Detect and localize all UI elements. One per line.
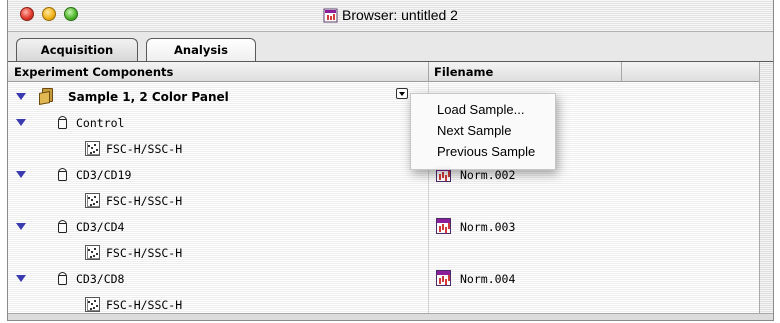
tab-acquisition[interactable]: Acquisition bbox=[16, 38, 138, 62]
tab-analysis[interactable]: Analysis bbox=[146, 38, 256, 62]
plot-label: FSC-H/SSC-H bbox=[106, 142, 183, 156]
tube-icon bbox=[58, 116, 67, 129]
dot-plot-icon bbox=[85, 141, 100, 156]
experiment-tree: Sample 1, 2 Color Panel Control FSC-H/SS… bbox=[8, 82, 768, 314]
plot-label: FSC-H/SSC-H bbox=[106, 298, 183, 312]
column-divider[interactable] bbox=[428, 62, 429, 82]
folder-icon bbox=[39, 88, 55, 105]
browser-window: Browser: untitled 2 Acquisition Analysis… bbox=[7, 0, 774, 321]
column-header-experiment-components[interactable]: Experiment Components bbox=[14, 65, 173, 79]
disclosure-triangle-icon[interactable] bbox=[16, 223, 26, 230]
tree-row-plot[interactable]: FSC-H/SSC-H bbox=[8, 136, 768, 162]
menu-item-load-sample[interactable]: Load Sample... bbox=[411, 99, 555, 120]
disclosure-triangle-icon[interactable] bbox=[16, 275, 26, 282]
tree-row-tube[interactable]: CD3/CD4 Norm.003 bbox=[8, 214, 768, 240]
filename-cell[interactable]: Norm.004 bbox=[460, 272, 515, 286]
tab-bar: Acquisition Analysis bbox=[8, 32, 773, 62]
tube-icon bbox=[58, 220, 67, 233]
filename-cell[interactable]: Norm.002 bbox=[460, 168, 515, 182]
dot-plot-icon bbox=[85, 297, 100, 312]
tree-row-tube[interactable]: CD3/CD8 Norm.004 bbox=[8, 266, 768, 292]
window-title-text: Browser: untitled 2 bbox=[342, 7, 458, 23]
tree-row-plot[interactable]: FSC-H/SSC-H bbox=[8, 240, 768, 266]
menu-item-previous-sample[interactable]: Previous Sample bbox=[411, 141, 555, 162]
tube-icon bbox=[58, 168, 67, 181]
tree-row-plot[interactable]: FSC-H/SSC-H bbox=[8, 188, 768, 214]
dot-plot-icon bbox=[85, 245, 100, 260]
data-file-icon bbox=[436, 270, 452, 287]
experiment-label: Sample 1, 2 Color Panel bbox=[68, 90, 229, 104]
column-header-filename[interactable]: Filename bbox=[434, 65, 493, 79]
tube-label: CD3/CD4 bbox=[76, 220, 125, 234]
experiment-menu-dropdown-icon[interactable] bbox=[396, 88, 408, 99]
menu-item-next-sample[interactable]: Next Sample bbox=[411, 120, 555, 141]
filename-cell[interactable]: Norm.003 bbox=[460, 220, 515, 234]
data-file-icon bbox=[436, 218, 452, 235]
vertical-scrollbar[interactable] bbox=[759, 62, 773, 314]
dot-plot-icon bbox=[85, 193, 100, 208]
window-title: Browser: untitled 2 bbox=[8, 7, 773, 23]
tree-row-experiment[interactable]: Sample 1, 2 Color Panel bbox=[8, 84, 768, 110]
tube-label: CD3/CD8 bbox=[76, 272, 125, 286]
sample-popup-menu: Load Sample... Next Sample Previous Samp… bbox=[410, 93, 556, 170]
column-divider[interactable] bbox=[621, 62, 622, 82]
tree-row-tube[interactable]: Control bbox=[8, 110, 768, 136]
disclosure-triangle-icon[interactable] bbox=[16, 171, 26, 178]
disclosure-triangle-icon[interactable] bbox=[16, 119, 26, 126]
plot-label: FSC-H/SSC-H bbox=[106, 194, 183, 208]
table-header: Experiment Components Filename bbox=[8, 62, 773, 82]
plot-label: FSC-H/SSC-H bbox=[106, 246, 183, 260]
tube-label: Control bbox=[76, 116, 125, 130]
document-icon bbox=[323, 8, 338, 23]
tube-label: CD3/CD19 bbox=[76, 168, 132, 182]
horizontal-scrollbar[interactable] bbox=[8, 313, 773, 320]
disclosure-triangle-icon[interactable] bbox=[16, 93, 26, 100]
tube-icon bbox=[58, 272, 67, 285]
title-bar[interactable]: Browser: untitled 2 bbox=[8, 0, 773, 32]
tree-row-tube[interactable]: CD3/CD19 Norm.002 bbox=[8, 162, 768, 188]
